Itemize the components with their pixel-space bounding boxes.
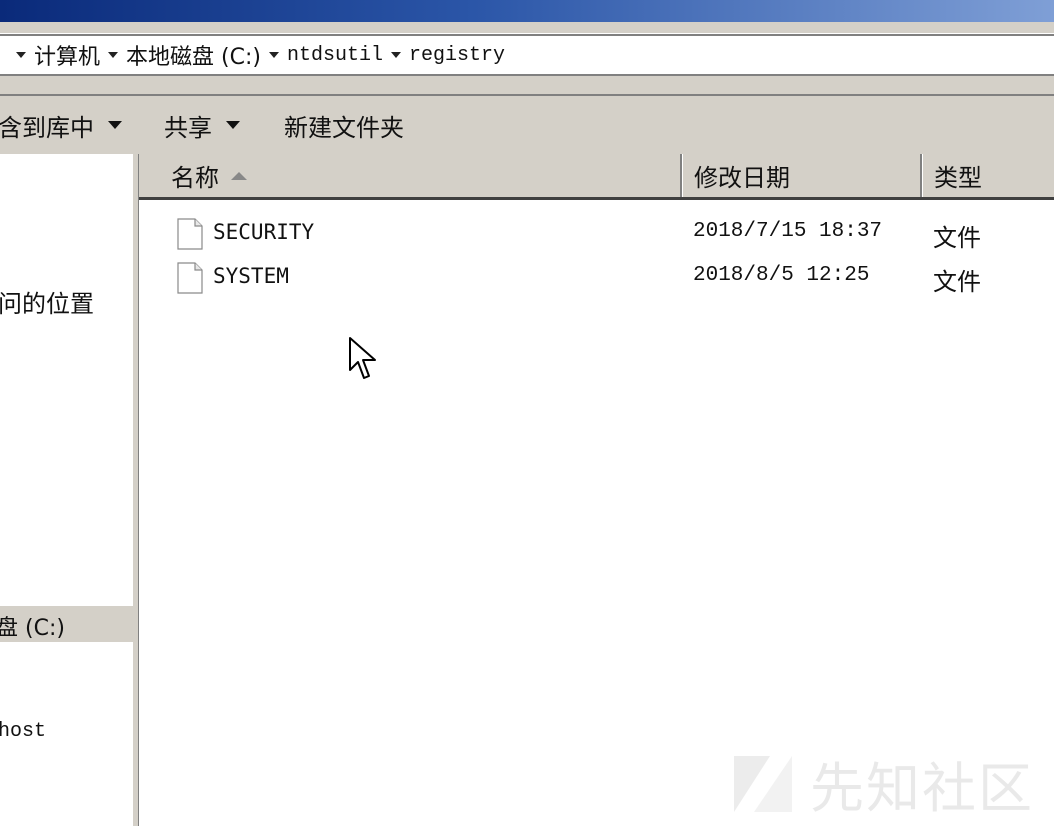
watermark-text: 先知社区 [810,756,1034,820]
breadcrumb-item-local-disk[interactable]: 本地磁盘 (C:) [126,39,261,71]
file-type: 文件 [933,268,981,296]
breadcrumb-chevron-icon[interactable] [268,52,279,58]
nav-item-host[interactable]: host [0,720,46,743]
breadcrumb-item-ntdsutil[interactable]: ntdsutil [287,44,383,67]
sort-ascending-icon [231,171,247,180]
column-header-name[interactable]: 名称 [139,154,682,197]
new-folder-label: 新建文件夹 [284,113,404,142]
share-label: 共享 [164,113,212,142]
column-header-date-label: 修改日期 [694,164,790,192]
file-modified: 2018/7/15 18:37 [693,220,883,243]
nav-item-local-disk-text[interactable]: 盘 (C:) [0,610,65,642]
file-name: SECURITY [213,220,315,244]
breadcrumb-item-computer[interactable]: 计算机 [34,39,100,71]
breadcrumb-item-registry[interactable]: registry [409,44,505,67]
frame-gap [0,76,1054,94]
share-button[interactable]: 共享 [164,108,240,143]
column-header-date[interactable]: 修改日期 [682,154,922,197]
include-in-library-button[interactable]: 含到库中 [0,108,122,143]
nav-item-recent-places[interactable]: 问的位置 [0,284,94,319]
nav-item-label: 盘 (C:) [0,616,65,641]
navigation-pane[interactable]: 问的位置 盘 (C:) host [0,154,133,826]
nav-item-label: host [0,720,47,743]
file-row[interactable]: SYSTEM 2018/8/5 12:25 文件 [139,258,1054,298]
file-icon [177,262,203,294]
breadcrumb: 计算机 本地磁盘 (C:) ntdsutil registry [0,39,505,71]
window-titlebar [0,0,1054,22]
file-name: SYSTEM [213,264,289,288]
new-folder-button[interactable]: 新建文件夹 [284,108,404,143]
column-header-name-label: 名称 [171,164,219,192]
file-row[interactable]: SECURITY 2018/7/15 18:37 文件 [139,214,1054,254]
address-bar[interactable]: 计算机 本地磁盘 (C:) ntdsutil registry [0,34,1054,76]
command-toolbar: 含到库中 共享 新建文件夹 [0,94,1054,154]
column-header-type[interactable]: 类型 [922,154,1054,197]
nav-item-label: 问的位置 [0,290,94,318]
watermark-logo-icon [734,756,792,812]
window-frame-strip [0,22,1054,34]
column-header-bar: 名称 修改日期 类型 [139,154,1054,200]
dropdown-arrow-icon [226,121,240,129]
file-type: 文件 [933,224,981,252]
breadcrumb-chevron-icon[interactable] [390,52,401,58]
file-icon [177,218,203,250]
dropdown-arrow-icon [108,121,122,129]
watermark: 先知社区 [730,748,1040,820]
include-in-library-label: 含到库中 [0,113,94,142]
column-header-type-label: 类型 [934,164,982,192]
breadcrumb-chevron-icon[interactable] [16,52,26,58]
breadcrumb-chevron-icon[interactable] [108,52,119,58]
mouse-cursor-icon [349,337,376,379]
file-modified: 2018/8/5 12:25 [693,264,870,287]
file-list-pane[interactable]: 名称 修改日期 类型 SECURITY 2018/7/15 18:37 文件 S… [139,154,1054,826]
